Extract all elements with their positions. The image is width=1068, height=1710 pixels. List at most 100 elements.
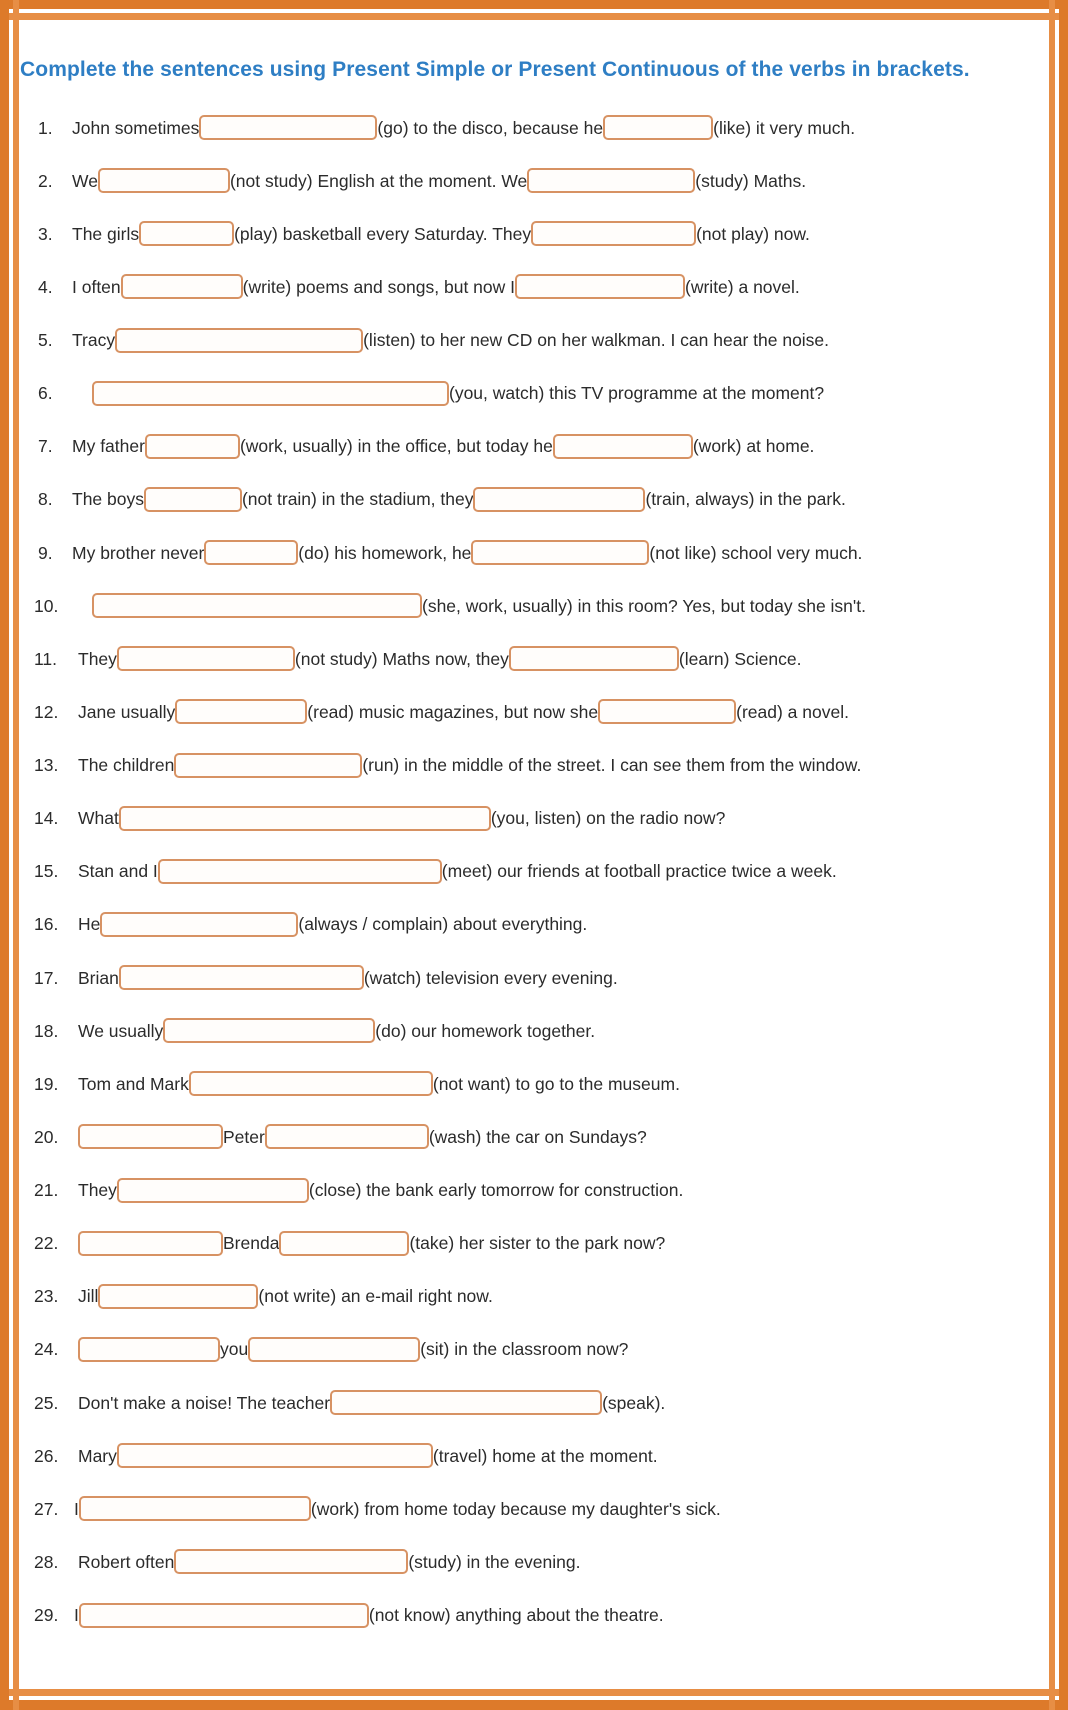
answer-blank[interactable] xyxy=(330,1390,603,1415)
answer-blank[interactable] xyxy=(92,380,449,406)
worksheet-body: Complete the sentences using Present Sim… xyxy=(20,22,1048,1686)
exercise-text: (not study) Maths now, they xyxy=(294,648,509,669)
exercise-text: They xyxy=(78,1180,117,1200)
answer-blank[interactable] xyxy=(515,274,686,300)
exercise-text: Tom and Mark xyxy=(78,1073,189,1094)
page-border-top-inner xyxy=(0,13,1068,20)
answer-blank[interactable] xyxy=(204,540,299,565)
exercise-text: Don't make a noise! The teacher xyxy=(78,1392,331,1413)
exercise-text: We xyxy=(72,170,98,191)
exercise-number: 14. xyxy=(34,808,59,829)
answer-blank[interactable] xyxy=(115,327,364,353)
answer-blank[interactable] xyxy=(163,1018,376,1044)
answer-blank[interactable] xyxy=(188,1071,433,1097)
exercise-item: 29. I (not know) anything about the theat… xyxy=(20,1602,1048,1628)
exercise-number: 18. xyxy=(34,1020,59,1041)
answer-blank[interactable] xyxy=(78,1124,223,1150)
answer-blank[interactable] xyxy=(527,168,696,194)
answer-blank[interactable] xyxy=(248,1336,421,1362)
answer-blank[interactable] xyxy=(264,1124,429,1150)
answer-blank[interactable] xyxy=(78,1336,220,1362)
exercise-number: 27. xyxy=(34,1498,59,1519)
answer-blank[interactable] xyxy=(175,699,308,725)
answer-blank[interactable] xyxy=(143,486,242,512)
exercise-number: 5. xyxy=(38,330,53,350)
exercise-item: 17. Brian (watch) television every evenin… xyxy=(20,965,1048,990)
answer-blank[interactable] xyxy=(174,752,363,778)
answer-blank[interactable] xyxy=(118,805,491,831)
exercise-number: 24. xyxy=(34,1339,59,1360)
exercise-item: 5. Tracy (listen) to her new CD on her wa… xyxy=(20,327,1048,353)
answer-blank[interactable] xyxy=(144,433,240,459)
answer-blank[interactable] xyxy=(199,115,378,140)
exercise-number: 4. xyxy=(38,276,53,297)
exercise-text: (write) a novel. xyxy=(685,276,800,297)
exercise-text: (she, work, usually) in this room? Yes, … xyxy=(422,595,866,616)
exercise-text: (close) the bank early tomorrow for cons… xyxy=(308,1180,684,1200)
exercise-text: The children xyxy=(78,755,175,775)
exercise-number: 2. xyxy=(38,170,53,191)
exercise-item: 22. Brenda (take) her sister to the park … xyxy=(20,1230,1048,1256)
answer-blank[interactable] xyxy=(120,274,243,300)
exercise-text: What xyxy=(78,808,119,829)
exercise-item: 21. They (close) the bank early tomorrow … xyxy=(20,1177,1048,1203)
exercise-text: Stan and I xyxy=(78,861,158,882)
answer-blank[interactable] xyxy=(98,1283,259,1309)
exercise-item: 28. Robert often (study) in the evening. xyxy=(20,1549,1048,1575)
answer-blank[interactable] xyxy=(118,965,364,990)
answer-blank[interactable] xyxy=(116,1177,309,1203)
exercise-item: 9. My brother never (do) his homework, he… xyxy=(20,540,1048,565)
answer-blank[interactable] xyxy=(473,486,646,512)
exercise-number: 20. xyxy=(34,1126,59,1147)
exercise-item: 23. Jill (not write) an e-mail right now. xyxy=(20,1283,1048,1309)
exercise-text: (not know) anything about the theatre. xyxy=(368,1605,664,1625)
exercise-text: Robert often xyxy=(78,1551,175,1572)
exercise-number: 3. xyxy=(38,223,53,244)
exercise-item: 20. Peter (wash) the car on Sundays? xyxy=(20,1124,1048,1150)
answer-blank[interactable] xyxy=(174,1549,409,1575)
answer-blank[interactable] xyxy=(97,168,230,194)
answer-blank[interactable] xyxy=(157,858,442,884)
answer-blank[interactable] xyxy=(139,221,235,247)
exercise-text: (work, usually) in the office, but today… xyxy=(239,436,553,457)
exercise-text: Brian xyxy=(78,967,119,988)
answer-blank[interactable] xyxy=(598,699,737,725)
exercise-text: Tracy xyxy=(72,330,116,350)
exercise-text: (not want) to go to the museum. xyxy=(432,1073,680,1094)
exercise-number: 10. xyxy=(34,595,59,616)
answer-blank[interactable] xyxy=(78,1602,369,1628)
answer-blank[interactable] xyxy=(279,1230,410,1256)
exercise-text: The boys xyxy=(72,489,144,510)
exercise-item: 6. (you, watch) this TV programme at the… xyxy=(20,380,1048,406)
exercise-number: 15. xyxy=(34,861,59,882)
exercise-item: 3. The girls (play) basketball every Satur… xyxy=(20,221,1048,247)
answer-blank[interactable] xyxy=(78,1230,223,1256)
answer-blank[interactable] xyxy=(116,646,295,672)
exercise-number: 25. xyxy=(34,1392,59,1413)
answer-blank[interactable] xyxy=(603,115,714,140)
exercise-text: (not study) English at the moment. We xyxy=(229,170,528,191)
answer-blank[interactable] xyxy=(531,221,697,247)
exercise-number: 21. xyxy=(34,1180,59,1200)
worksheet-instruction: Complete the sentences using Present Sim… xyxy=(20,58,970,81)
exercise-item: 1. John sometimes (go) to the disco, beca… xyxy=(20,115,1048,140)
exercise-number: 17. xyxy=(34,967,59,988)
answer-blank[interactable] xyxy=(78,1496,311,1522)
exercise-text: you xyxy=(220,1339,249,1360)
answer-blank[interactable] xyxy=(116,1443,433,1469)
exercise-text: (you, watch) this TV programme at the mo… xyxy=(449,383,825,404)
exercise-text: (not like) school very much. xyxy=(649,542,863,563)
exercise-text: (study) Maths. xyxy=(695,170,807,191)
exercise-text: (take) her sister to the park now? xyxy=(409,1233,666,1254)
exercise-text: (like) it very much. xyxy=(713,117,856,138)
answer-blank[interactable] xyxy=(471,540,650,565)
answer-blank[interactable] xyxy=(92,593,422,619)
exercise-number: 13. xyxy=(34,755,59,775)
exercise-text: (speak). xyxy=(602,1392,666,1413)
answer-blank[interactable] xyxy=(100,911,299,937)
exercise-number: 16. xyxy=(34,914,59,935)
exercise-number: 6. xyxy=(38,383,53,404)
answer-blank[interactable] xyxy=(552,433,693,459)
exercise-number: 9. xyxy=(38,542,53,563)
answer-blank[interactable] xyxy=(508,646,679,672)
